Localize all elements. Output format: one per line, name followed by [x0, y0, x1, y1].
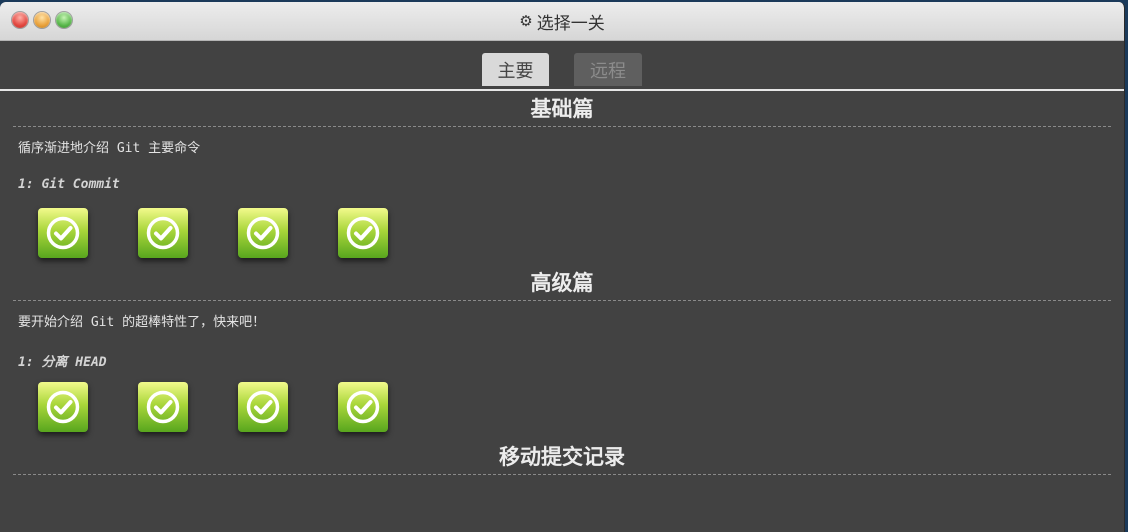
level-button-3[interactable] [238, 208, 288, 258]
level-button-2[interactable] [138, 382, 188, 432]
section-divider [13, 474, 1111, 475]
window-controls [12, 12, 72, 28]
level-button-2[interactable] [138, 208, 188, 258]
zoom-window-button[interactable] [56, 12, 72, 28]
window-title: ⚙ 选择一关 [519, 9, 604, 34]
level-buttons [0, 198, 1124, 266]
section-advanced: 高级篇 要开始介绍 Git 的超棒特性了，快来吧！ 1: 分离 HEAD [0, 266, 1124, 440]
tab-remote[interactable]: 远程 [574, 53, 642, 86]
check-icon [246, 216, 280, 250]
window-title-text: 选择一关 [536, 13, 605, 34]
check-icon [346, 390, 380, 424]
tab-main[interactable]: 主要 [482, 53, 549, 86]
level-list: 基础篇 循序渐进地介绍 Git 主要命令 1: Git Commit 高级篇 要… [0, 92, 1124, 475]
check-icon [246, 390, 280, 424]
level-button-4[interactable] [338, 382, 388, 432]
section-title: 基础篇 [530, 96, 594, 121]
section-description: 循序渐进地介绍 Git 主要命令 [18, 141, 201, 156]
section-moving-commits: 移动提交记录 [0, 440, 1124, 475]
check-icon [46, 216, 80, 250]
app-window: ⚙ 选择一关 主要 远程 基础篇 循序渐进地介绍 Git 主要命令 1: Git… [0, 2, 1125, 532]
section-title: 移动提交记录 [499, 444, 625, 469]
level-button-1[interactable] [38, 382, 88, 432]
minimize-window-button[interactable] [34, 12, 50, 28]
gear-icon: ⚙ [519, 12, 533, 30]
title-bar: ⚙ 选择一关 [0, 2, 1124, 41]
level-button-1[interactable] [38, 208, 88, 258]
check-icon [146, 390, 180, 424]
level-name: 1: Git Commit [18, 177, 120, 192]
level-name: 1: 分离 HEAD [18, 355, 107, 370]
level-button-4[interactable] [338, 208, 388, 258]
level-buttons [0, 372, 1124, 440]
tab-bar: 主要 远程 [0, 41, 1124, 91]
check-icon [46, 390, 80, 424]
level-button-3[interactable] [238, 382, 288, 432]
close-window-button[interactable] [12, 12, 28, 28]
section-basics: 基础篇 循序渐进地介绍 Git 主要命令 1: Git Commit [0, 92, 1124, 266]
check-icon [346, 216, 380, 250]
section-title: 高级篇 [530, 270, 594, 295]
check-icon [146, 216, 180, 250]
section-description: 要开始介绍 Git 的超棒特性了，快来吧！ [18, 315, 266, 330]
